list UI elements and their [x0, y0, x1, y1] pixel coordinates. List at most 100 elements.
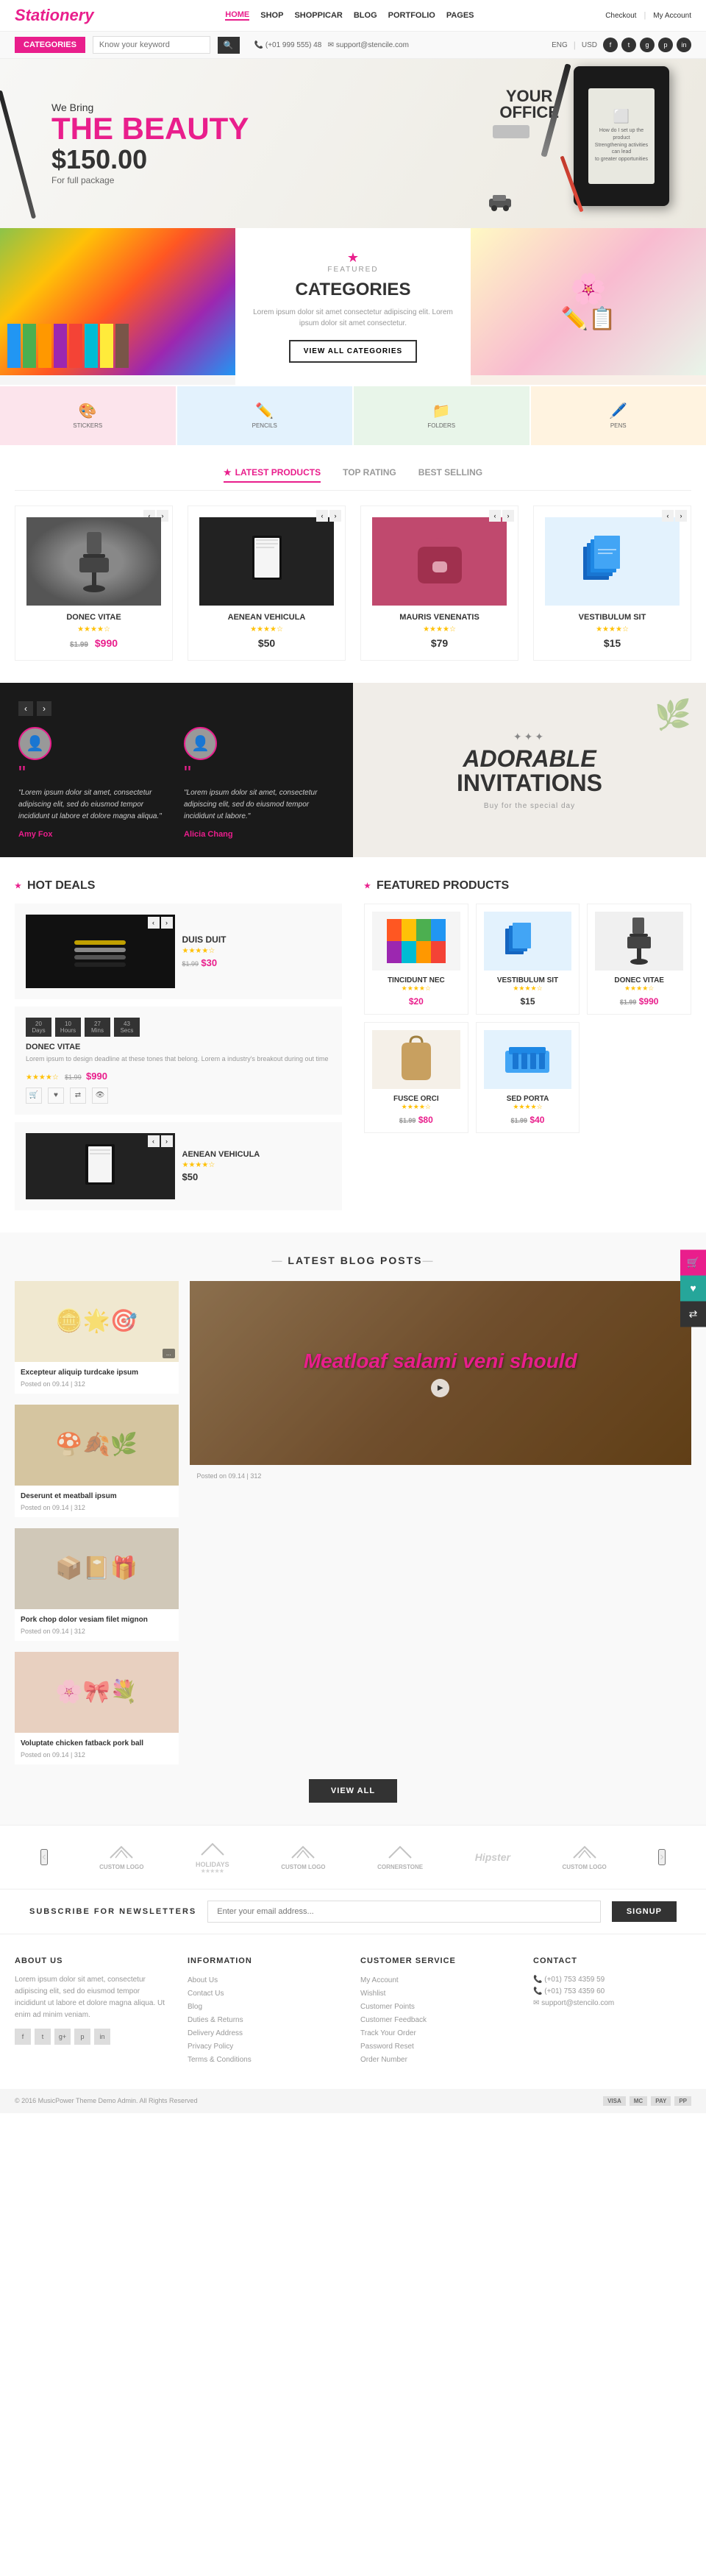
google-icon[interactable]: g: [640, 38, 655, 52]
search-button[interactable]: 🔍: [218, 37, 240, 54]
compare-icon[interactable]: ⇄: [70, 1087, 86, 1104]
feat-prod-img-4: [372, 1030, 460, 1089]
checkout-link[interactable]: Checkout: [605, 12, 636, 20]
product-nav-prev-2[interactable]: ‹: [316, 510, 328, 522]
footer-contact-title: CONTACT: [533, 1956, 691, 1965]
product-stars-3: ★★★★☆: [372, 625, 507, 634]
pens-nav-next[interactable]: ›: [161, 917, 173, 929]
product-nav-prev-4[interactable]: ‹: [662, 510, 674, 522]
footer-link-blog[interactable]: Blog: [188, 2001, 346, 2014]
sub-cat-1[interactable]: 🎨 STICKERS: [0, 386, 176, 445]
signup-button[interactable]: SIGNUP: [612, 1901, 677, 1922]
brands-prev[interactable]: ‹: [40, 1849, 47, 1865]
footer-link-delivery[interactable]: Delivery Address: [188, 2027, 346, 2040]
footer-cs-feedback[interactable]: Customer Feedback: [360, 2014, 518, 2027]
footer-link-terms[interactable]: Terms & Conditions: [188, 2054, 346, 2067]
pens-nav-prev[interactable]: ‹: [148, 917, 160, 929]
product-nav-prev-3[interactable]: ‹: [489, 510, 501, 522]
feat-prod-4: FUSCE ORCI ★★★★☆ $1.99 $80: [364, 1022, 468, 1133]
categories-button[interactable]: Categories: [15, 37, 85, 53]
footer-cs-points[interactable]: Customer Points: [360, 2001, 518, 2014]
product-nav-next-2[interactable]: ›: [329, 510, 341, 522]
side-btn-heart[interactable]: ♥: [680, 1275, 706, 1301]
footer-in-icon[interactable]: in: [94, 2029, 110, 2045]
feat-prod-price-2: $15: [484, 996, 572, 1007]
product-img-3: [372, 517, 507, 606]
nav-blog[interactable]: BLOG: [354, 11, 377, 20]
twitter-icon[interactable]: t: [621, 38, 636, 52]
footer-cs-password[interactable]: Password Reset: [360, 2040, 518, 2054]
nav-portfolio[interactable]: PORTFOLIO: [388, 11, 435, 20]
product-price-3: $79: [372, 637, 507, 649]
sub-cat-4[interactable]: 🖊️ PENS: [531, 386, 706, 445]
adorable-title: ADORABLE: [463, 747, 596, 770]
view-all-blog-button[interactable]: VIEW ALL: [309, 1779, 397, 1803]
currency-selector[interactable]: USD: [582, 41, 597, 49]
footer-pi-icon[interactable]: p: [74, 2029, 90, 2045]
product-card-1: ‹› DONEC VITAE ★★★★☆ $1.99 $990: [15, 505, 173, 661]
pinterest-icon[interactable]: p: [658, 38, 673, 52]
product-nav-next-3[interactable]: ›: [502, 510, 514, 522]
product-nav-next-4[interactable]: ›: [675, 510, 687, 522]
newsletter-input[interactable]: [207, 1901, 601, 1923]
play-icon[interactable]: ▶: [431, 1379, 449, 1397]
wishlist-icon[interactable]: ♥: [48, 1087, 64, 1104]
add-to-cart-icon[interactable]: 🛒: [26, 1087, 42, 1104]
brand-2: HOLIDAYS ★★★★★: [196, 1840, 229, 1874]
nav-shop[interactable]: SHOP: [260, 11, 283, 20]
testimonial-next[interactable]: ›: [37, 701, 51, 716]
footer-link-privacy[interactable]: Privacy Policy: [188, 2040, 346, 2054]
feat-prod-price-3: $1.99 $990: [595, 996, 683, 1007]
brand-1: CUSTOM LOGO: [99, 1843, 143, 1870]
language-selector[interactable]: ENG: [552, 41, 568, 49]
quickview-icon[interactable]: 👁: [92, 1087, 108, 1104]
tab-latest-products[interactable]: ★LATEST PRODUCTS: [224, 467, 321, 483]
product-name-1: DONEC VITAE: [26, 613, 161, 622]
footer-link-returns[interactable]: Duties & Returns: [188, 2014, 346, 2027]
footer-cs-wishlist[interactable]: Wishlist: [360, 1987, 518, 2001]
instagram-icon[interactable]: in: [677, 38, 691, 52]
view-all-categories-button[interactable]: VIEW ALL CATEGORIES: [289, 340, 417, 363]
footer-link-about[interactable]: About Us: [188, 1974, 346, 1987]
featured-categories-section: ★ FEATURED CATEGORIES Lorem ipsum dolor …: [0, 228, 706, 445]
footer-link-contact[interactable]: Contact Us: [188, 1987, 346, 2001]
footer-cs-account[interactable]: My Account: [360, 1974, 518, 1987]
footer-about-title: ABOUT US: [15, 1956, 173, 1965]
myaccount-link[interactable]: My Account: [653, 12, 691, 20]
sub-cat-2[interactable]: ✏️ PENCILS: [177, 386, 353, 445]
blog-section-title: LATEST BLOG POSTS: [15, 1255, 691, 1266]
footer: ABOUT US Lorem ipsum dolor sit amet, con…: [0, 1934, 706, 2089]
newsletter: SUBSCRIBE FOR NEWSLETTERS SIGNUP: [0, 1890, 706, 1934]
binder-nav-next[interactable]: ›: [161, 1135, 173, 1147]
nav-shoppicar[interactable]: SHOPPICAR: [294, 11, 342, 20]
side-btn-compare[interactable]: ⇄: [680, 1301, 706, 1327]
search-input[interactable]: [93, 36, 210, 54]
feat-prod-img-3: [595, 912, 683, 971]
hot-deal-pens: ‹› DUIS DUIT ★★★★☆ $1.99 $30: [15, 904, 342, 999]
blog-card-1: 🪙🌟🎯 ... Excepteur aliquip turdcake ipsum…: [15, 1281, 179, 1394]
hot-deals-title: HOT DEALS: [15, 879, 342, 893]
tab-best-selling[interactable]: BEST SELLING: [418, 467, 482, 483]
footer-cs-order[interactable]: Order Number: [360, 2054, 518, 2067]
footer-tw-icon[interactable]: t: [35, 2029, 51, 2045]
binder-nav-prev[interactable]: ‹: [148, 1135, 160, 1147]
tab-top-rating[interactable]: TOP RATING: [343, 467, 396, 483]
side-btn-cart[interactable]: 🛒: [680, 1249, 706, 1275]
blog-overlay-text: Meatloaf salami veni should: [304, 1349, 577, 1374]
footer-cs-track[interactable]: Track Your Order: [360, 2027, 518, 2040]
brands-next[interactable]: ›: [658, 1849, 665, 1865]
footer-fb-icon[interactable]: f: [15, 2029, 31, 2045]
mc-icon: MC: [630, 2096, 647, 2106]
testimonial-prev[interactable]: ‹: [18, 701, 33, 716]
featured-center: ★ FEATURED CATEGORIES Lorem ipsum dolor …: [235, 228, 471, 385]
hot-deal-timer-product: 20Days 10Hours 27Mins 43Secs DONEC VITAE…: [15, 1007, 342, 1115]
featured-label: FEATURED: [327, 266, 378, 274]
nav-pages[interactable]: PAGES: [446, 11, 474, 20]
sub-cat-3[interactable]: 📁 FOLDERS: [354, 386, 530, 445]
product-stars-1: ★★★★☆: [26, 625, 161, 634]
nav-home[interactable]: HOME: [225, 10, 249, 21]
facebook-icon[interactable]: f: [603, 38, 618, 52]
avatar-2: 👤: [184, 727, 217, 760]
testimonial-1: 👤 " "Lorem ipsum dolor sit amet, consect…: [18, 727, 169, 840]
footer-gp-icon[interactable]: g+: [54, 2029, 71, 2045]
